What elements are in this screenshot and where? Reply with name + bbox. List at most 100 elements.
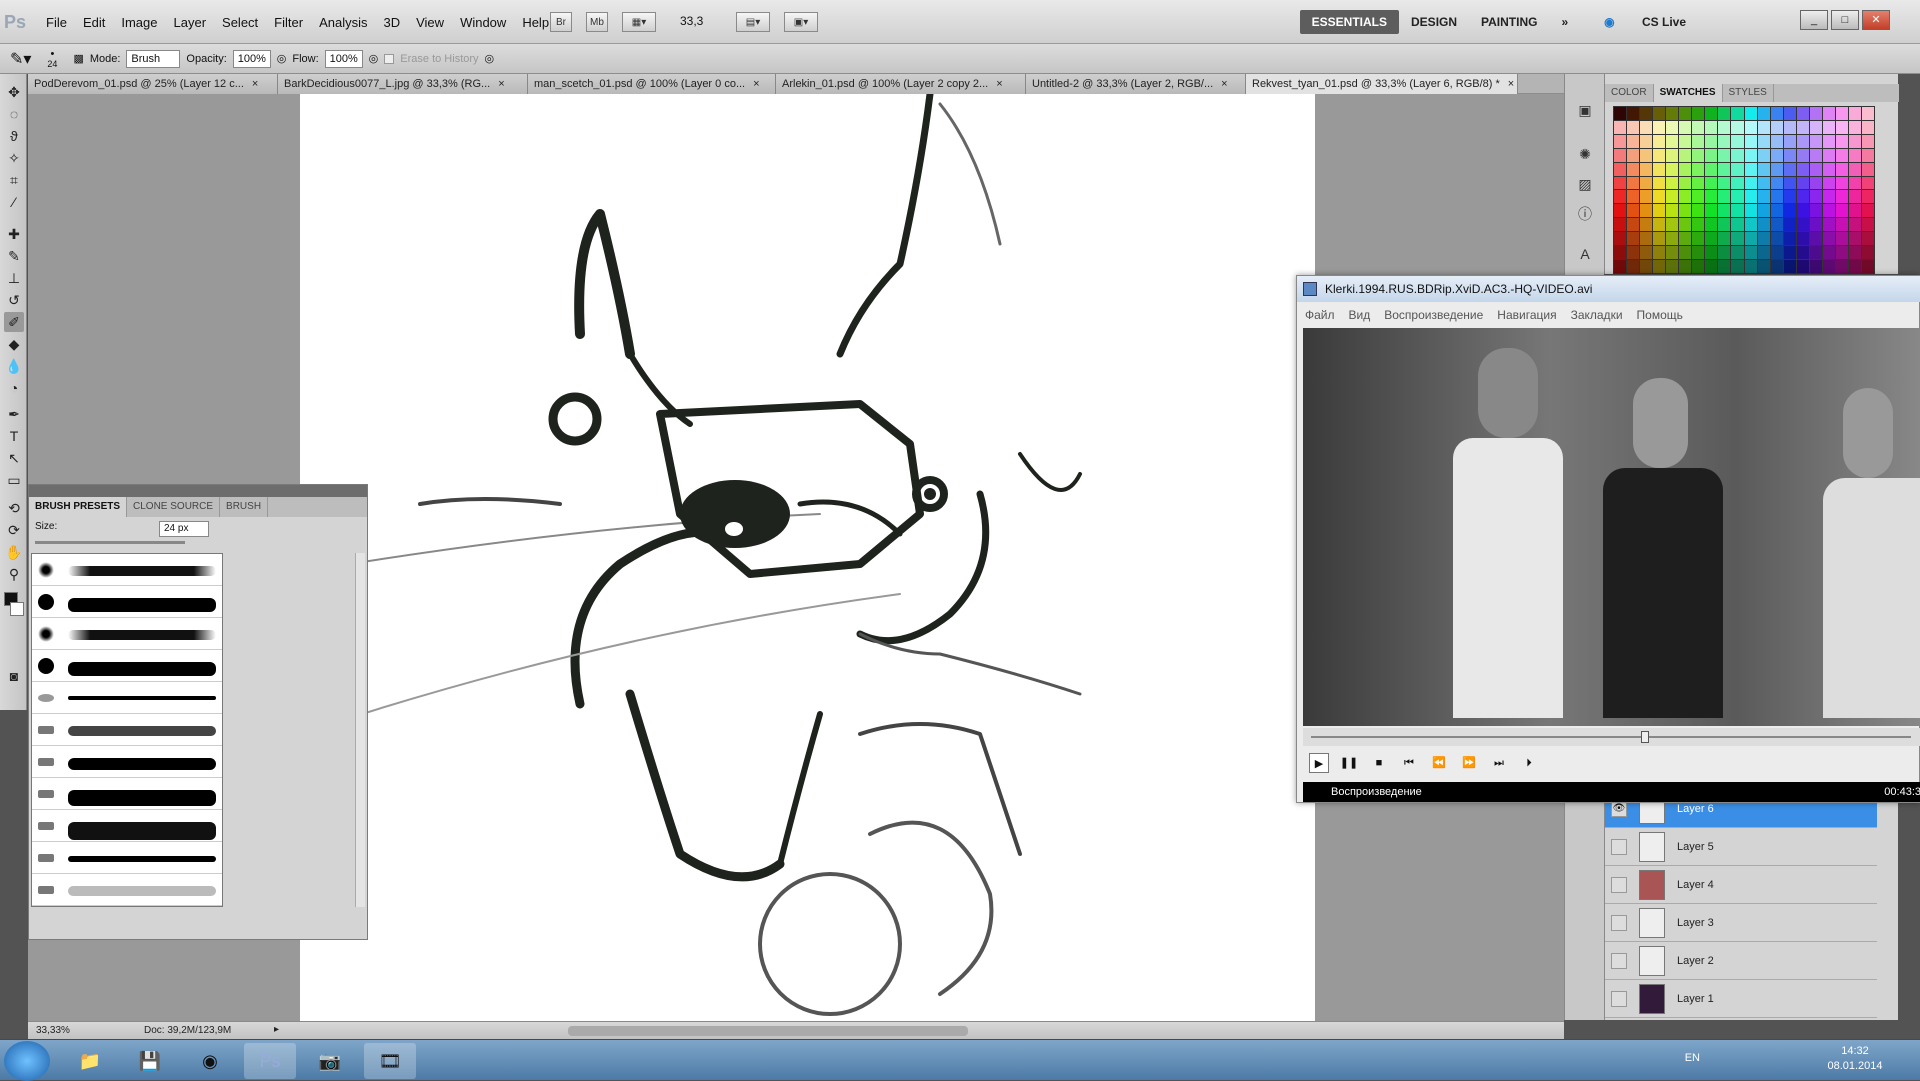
swatch[interactable]: [1757, 246, 1770, 260]
brush-picker[interactable]: • 24: [37, 48, 67, 69]
hand-tool-icon[interactable]: ✋: [4, 542, 24, 562]
swatch[interactable]: [1770, 120, 1783, 134]
magic-wand-icon[interactable]: ✧: [4, 148, 24, 168]
swatch[interactable]: [1718, 260, 1731, 273]
swatch[interactable]: [1653, 190, 1666, 204]
swatch[interactable]: [1627, 162, 1640, 176]
swatch[interactable]: [1692, 107, 1705, 120]
swatch[interactable]: [1835, 218, 1848, 232]
video-menu-bookmarks[interactable]: Закладки: [1571, 304, 1623, 326]
swatch-grid[interactable]: [1613, 106, 1875, 274]
swatch[interactable]: [1731, 120, 1744, 134]
menu-select[interactable]: Select: [214, 15, 266, 30]
swatch[interactable]: [1822, 190, 1835, 204]
swatch[interactable]: [1614, 190, 1627, 204]
swatch[interactable]: [1783, 204, 1796, 218]
swatch[interactable]: [1627, 204, 1640, 218]
swatch[interactable]: [1861, 176, 1874, 190]
swatch[interactable]: [1744, 162, 1757, 176]
swatch[interactable]: [1614, 162, 1627, 176]
size-input[interactable]: 24 px: [159, 521, 209, 537]
start-button[interactable]: [4, 1041, 50, 1081]
swatch[interactable]: [1731, 190, 1744, 204]
swatch[interactable]: [1835, 232, 1848, 246]
crop-tool-icon[interactable]: ⌗: [4, 170, 24, 190]
layer-row[interactable]: Layer 1: [1605, 980, 1877, 1018]
swatch[interactable]: [1744, 120, 1757, 134]
swatch[interactable]: [1809, 107, 1822, 120]
swatch[interactable]: [1757, 218, 1770, 232]
paint-bucket-icon[interactable]: ◆: [4, 334, 24, 354]
status-menu-arrow-icon[interactable]: ▸: [274, 1024, 279, 1035]
swatch[interactable]: [1809, 162, 1822, 176]
swatch[interactable]: [1705, 148, 1718, 162]
list-item[interactable]: [32, 554, 222, 586]
swatch[interactable]: [1835, 204, 1848, 218]
swatch[interactable]: [1835, 134, 1848, 148]
swatch[interactable]: [1861, 120, 1874, 134]
clone-stamp-icon[interactable]: ⊥: [4, 268, 24, 288]
mixer-brush-icon[interactable]: ✐: [4, 312, 24, 332]
swatch[interactable]: [1718, 246, 1731, 260]
swatch[interactable]: [1705, 120, 1718, 134]
bridge-button[interactable]: Br: [550, 12, 572, 32]
swatch[interactable]: [1809, 232, 1822, 246]
swatch[interactable]: [1705, 190, 1718, 204]
swatch[interactable]: [1627, 190, 1640, 204]
save-icon[interactable]: 💾: [124, 1043, 176, 1079]
swatch[interactable]: [1861, 107, 1874, 120]
swatch[interactable]: [1731, 107, 1744, 120]
workspace-design[interactable]: DESIGN: [1399, 10, 1469, 34]
swatch[interactable]: [1653, 162, 1666, 176]
swatch[interactable]: [1614, 204, 1627, 218]
erase-history-checkbox[interactable]: [384, 53, 395, 64]
swatch[interactable]: [1822, 148, 1835, 162]
list-item[interactable]: [32, 682, 222, 714]
swatch[interactable]: [1614, 120, 1627, 134]
swatch[interactable]: [1757, 107, 1770, 120]
chrome-icon[interactable]: ◉: [184, 1043, 236, 1079]
swatch[interactable]: [1848, 218, 1861, 232]
tab-document-active[interactable]: Rekvest_tyan_01.psd @ 33,3% (Layer 6, RG…: [1246, 74, 1518, 94]
swatch[interactable]: [1692, 148, 1705, 162]
swatch[interactable]: [1731, 176, 1744, 190]
opacity-input[interactable]: 100%: [232, 49, 271, 68]
swatch[interactable]: [1640, 120, 1653, 134]
swatch[interactable]: [1822, 246, 1835, 260]
tab-close-icon[interactable]: ×: [996, 74, 1002, 94]
brush-preset-list[interactable]: [31, 553, 223, 907]
list-item[interactable]: [32, 746, 222, 778]
maximize-button[interactable]: □: [1831, 10, 1859, 30]
swatch[interactable]: [1822, 162, 1835, 176]
swatch[interactable]: [1796, 148, 1809, 162]
swatch[interactable]: [1627, 107, 1640, 120]
swatch[interactable]: [1666, 246, 1679, 260]
swatch[interactable]: [1770, 260, 1783, 273]
swatch[interactable]: [1861, 246, 1874, 260]
swatch[interactable]: [1770, 232, 1783, 246]
brush-list-scrollbar[interactable]: [355, 553, 365, 907]
video-menu-playback[interactable]: Воспроизведение: [1384, 304, 1483, 326]
swatch[interactable]: [1757, 204, 1770, 218]
swatch[interactable]: [1835, 260, 1848, 273]
minimize-button[interactable]: _: [1800, 10, 1828, 30]
swatch[interactable]: [1809, 190, 1822, 204]
pressure-size-icon[interactable]: ◎: [485, 52, 495, 65]
swatch[interactable]: [1640, 232, 1653, 246]
skip-forward-icon[interactable]: ⏭: [1489, 753, 1509, 773]
cslive-button[interactable]: ◉ CS Live: [1580, 10, 1710, 34]
swatch[interactable]: [1822, 260, 1835, 273]
swatch[interactable]: [1692, 246, 1705, 260]
swatch[interactable]: [1848, 232, 1861, 246]
tab-close-icon[interactable]: ×: [753, 74, 759, 94]
minibridge-button[interactable]: Mb: [586, 12, 608, 32]
swatch[interactable]: [1861, 260, 1874, 273]
swatch[interactable]: [1666, 260, 1679, 273]
swatch[interactable]: [1705, 232, 1718, 246]
swatch[interactable]: [1783, 148, 1796, 162]
swatch[interactable]: [1796, 107, 1809, 120]
menu-image[interactable]: Image: [113, 15, 165, 30]
swatch[interactable]: [1640, 134, 1653, 148]
swatch[interactable]: [1679, 162, 1692, 176]
list-item[interactable]: [32, 650, 222, 682]
